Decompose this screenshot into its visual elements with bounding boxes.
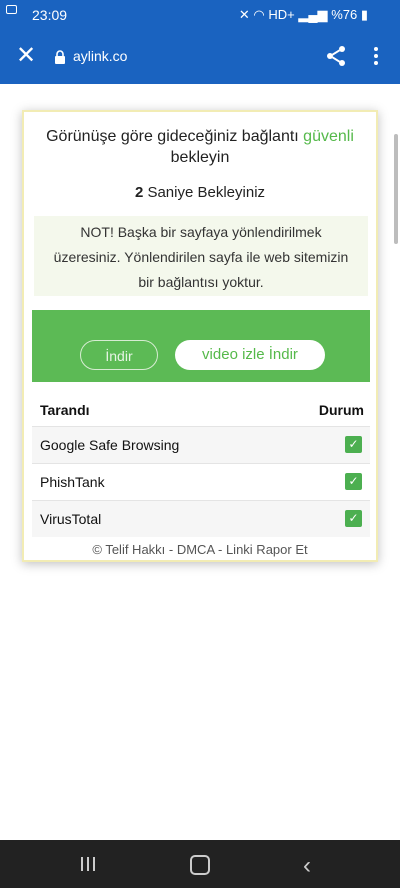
scrollbar[interactable] bbox=[394, 134, 398, 244]
scan-table: Tarandı Durum Google Safe Browsing ✓ Phi… bbox=[32, 392, 370, 537]
title-suffix: bekleyin bbox=[170, 149, 230, 166]
status-time: 23:09 bbox=[32, 7, 68, 23]
table-header: Tarandı Durum bbox=[32, 392, 370, 426]
back-icon[interactable]: ‹ bbox=[303, 852, 311, 880]
check-icon: ✓ bbox=[345, 436, 362, 453]
table-row: VirusTotal ✓ bbox=[32, 500, 370, 537]
page-title: Görünüşe göre gideceğiniz bağlantı güven… bbox=[32, 126, 368, 168]
android-nav-bar: ‹ bbox=[0, 840, 400, 888]
footer-links[interactable]: © Telif Hakkı - DMCA - Linki Rapor Et bbox=[24, 542, 376, 557]
table-row: Google Safe Browsing ✓ bbox=[32, 426, 370, 463]
countdown: 2 Saniye Bekleyiniz bbox=[24, 184, 376, 201]
home-icon[interactable] bbox=[190, 855, 210, 875]
note-line-3: bir bağlantısı yoktur. bbox=[138, 274, 264, 290]
battery-level: %76 bbox=[331, 7, 358, 22]
close-icon[interactable]: ✕ bbox=[12, 42, 40, 70]
share-icon[interactable] bbox=[324, 44, 348, 68]
title-text: Görünüşe göre gideceğiniz bağlantı bbox=[46, 128, 304, 145]
download-button[interactable]: İndir bbox=[80, 340, 158, 370]
signal-icon: ▂▄▆ bbox=[298, 7, 328, 22]
more-menu-icon[interactable] bbox=[369, 44, 383, 70]
check-icon: ✓ bbox=[345, 473, 362, 490]
row-name: VirusTotal bbox=[40, 511, 102, 527]
table-row: PhishTank ✓ bbox=[32, 463, 370, 500]
wifi-icon: ◠ bbox=[253, 7, 265, 22]
note-line-2: üzeresiniz. Yönlendirilen sayfa ile web … bbox=[53, 249, 349, 265]
col-status: Durum bbox=[318, 402, 364, 418]
note-line-1: NOT! Başka bir sayfaya yönlendirilmek bbox=[80, 224, 322, 240]
link-card: Görünüşe göre gideceğiniz bağlantı güven… bbox=[22, 110, 378, 562]
lock-icon bbox=[55, 50, 65, 64]
url-text[interactable]: aylink.co bbox=[73, 48, 127, 64]
status-right: ✕ ◠ HD+ ▂▄▆ %76 ▮ bbox=[239, 7, 368, 23]
row-name: Google Safe Browsing bbox=[40, 437, 180, 453]
page-content: Görünüşe göre gideceğiniz bağlantı güven… bbox=[0, 84, 400, 840]
col-scanned: Tarandı bbox=[40, 402, 90, 418]
title-highlight: güvenli bbox=[303, 128, 354, 145]
recent-apps-icon[interactable] bbox=[80, 856, 96, 872]
battery-icon: ▮ bbox=[360, 7, 368, 22]
redirect-note: NOT! Başka bir sayfaya yönlendirilmek üz… bbox=[34, 216, 368, 296]
watch-video-download-button[interactable]: video izle İndir bbox=[175, 340, 325, 370]
action-bar: İndir video izle İndir bbox=[32, 310, 370, 382]
browser-toolbar: ✕ aylink.co bbox=[0, 30, 400, 84]
mute-icon: ✕ bbox=[238, 7, 250, 22]
row-name: PhishTank bbox=[40, 474, 105, 490]
status-bar: 23:09 ✕ ◠ HD+ ▂▄▆ %76 ▮ bbox=[0, 0, 400, 30]
check-icon: ✓ bbox=[345, 510, 362, 527]
countdown-text: Saniye Bekleyiniz bbox=[143, 184, 266, 201]
network-type: HD+ bbox=[268, 7, 295, 22]
screen-record-icon bbox=[6, 4, 17, 14]
